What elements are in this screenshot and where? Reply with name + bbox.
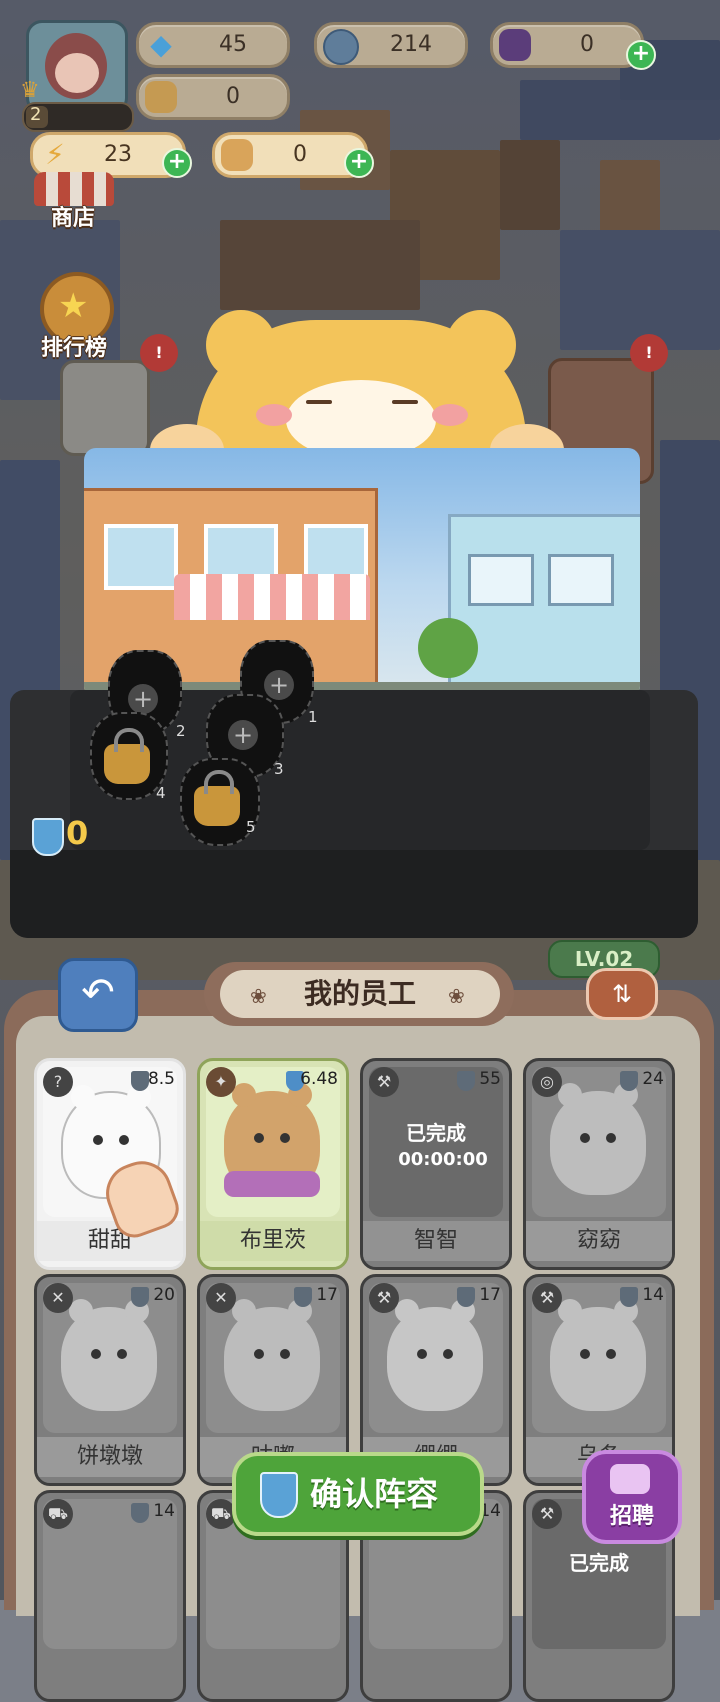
shield-icon	[131, 1503, 149, 1523]
shield-icon	[294, 1287, 312, 1307]
confirm-lineup-label[interactable]: 确认阵容	[310, 1456, 438, 1532]
power-shield-icon	[32, 818, 64, 856]
ticket-icon	[499, 29, 531, 61]
add-voucher-button[interactable]: +	[344, 148, 374, 178]
confirm-lineup-button[interactable]: 确认阵容	[232, 1452, 484, 1536]
recruit-label[interactable]: 招聘	[586, 1498, 678, 1530]
timer-value: 00:00:00	[398, 1149, 488, 1170]
alert-icon: !	[140, 334, 178, 372]
staff-score: 6.48	[300, 1069, 338, 1089]
slot-number: 5	[246, 818, 256, 836]
alert-icon: !	[630, 334, 668, 372]
completed-status: 已完成	[406, 1121, 466, 1145]
ticket-counter: 0	[490, 22, 644, 68]
shield-icon	[260, 1472, 298, 1518]
add-energy-button[interactable]: +	[162, 148, 192, 178]
coin-value: 214	[390, 32, 432, 57]
event-portrait-left[interactable]	[60, 360, 150, 456]
player-avatar[interactable]	[26, 20, 128, 114]
staff-score: 17	[316, 1285, 338, 1305]
staff-score: 17	[479, 1285, 501, 1305]
dumbbell-icon: ⚒	[369, 1067, 399, 1097]
slot-number: 2	[176, 722, 186, 740]
staff-score: 14	[153, 1501, 175, 1521]
add-slot-2-button[interactable]: +	[128, 684, 158, 714]
dumbbell-icon: ⚒	[532, 1283, 562, 1313]
slot-number: 4	[156, 784, 166, 802]
slot-number: 1	[308, 708, 318, 726]
diamond-counter: ◆ 45	[136, 22, 290, 68]
staff-score: 55	[479, 1069, 501, 1089]
crown-icon: ♛	[20, 78, 40, 103]
staff-card[interactable]: ✕ 20 饼墩墩	[34, 1274, 186, 1486]
dumbbell-icon: ⚒	[532, 1499, 562, 1529]
leaderboard-button-label[interactable]: 排行榜	[20, 330, 128, 362]
back-button[interactable]: ↶	[58, 958, 138, 1032]
staff-score: 14	[642, 1285, 664, 1305]
shield-icon	[457, 1071, 475, 1091]
staff-card[interactable]: ◎ 24 窈窈	[523, 1058, 675, 1270]
energy-value: 23	[104, 142, 132, 167]
voucher-value: 0	[293, 142, 307, 167]
box-value: 0	[226, 84, 240, 109]
utensils-icon: ✕	[43, 1283, 73, 1313]
recruit-button[interactable]: 招聘	[582, 1450, 682, 1544]
staff-card[interactable]: ✦ 6.48 布里茨	[197, 1058, 349, 1270]
lightning-icon: ⚡	[45, 138, 65, 171]
coin-icon	[323, 29, 359, 65]
staff-score: 24	[642, 1069, 664, 1089]
dumbbell-icon: ⚒	[369, 1283, 399, 1313]
staff-name: 饼墩墩	[37, 1437, 183, 1477]
completed-status: 已完成	[569, 1551, 629, 1575]
shield-icon	[131, 1287, 149, 1307]
power-value: 0	[66, 814, 89, 852]
staff-score: 20	[153, 1285, 175, 1305]
box-counter: 0	[136, 74, 290, 120]
lock-icon	[194, 770, 240, 826]
shield-icon	[131, 1071, 149, 1091]
shield-icon	[620, 1287, 638, 1307]
staff-score: 8.5	[147, 1069, 175, 1089]
disc-icon: ◎	[532, 1067, 562, 1097]
add-ticket-button[interactable]: +	[626, 40, 656, 70]
voucher-icon	[221, 139, 253, 171]
box-icon	[145, 81, 177, 113]
staff-card[interactable]: ⚒ 55 已完成 00:00:00 智智	[360, 1058, 512, 1270]
ticket-value: 0	[580, 32, 594, 57]
shield-icon	[457, 1287, 475, 1307]
staff-name: 窈窈	[526, 1221, 672, 1261]
diamond-value: 45	[219, 32, 247, 57]
party-icon: ✦	[206, 1067, 236, 1097]
coin-counter: 214	[314, 22, 468, 68]
utensils-icon: ✕	[206, 1283, 236, 1313]
add-slot-1-button[interactable]: +	[264, 670, 294, 700]
staff-name: 布里茨	[200, 1221, 346, 1261]
shield-icon	[620, 1071, 638, 1091]
shop-button-label[interactable]: 商店	[30, 200, 116, 232]
add-slot-3-button[interactable]: +	[228, 720, 258, 750]
staff-name: 智智	[363, 1221, 509, 1261]
player-level: 2	[30, 104, 42, 125]
staff-card[interactable]: ⛟ 14	[34, 1490, 186, 1702]
sort-button[interactable]: ⇅	[586, 968, 658, 1020]
scarf-decoration	[224, 1171, 320, 1197]
diamond-icon: ◆	[150, 28, 172, 61]
paw-icon: ❀	[448, 984, 465, 1008]
paw-icon: ❀	[250, 984, 267, 1008]
unknown-icon: ?	[43, 1067, 73, 1097]
cart-icon: ⛟	[43, 1499, 73, 1529]
staff-card[interactable]: ? 8.5 甜甜	[34, 1058, 186, 1270]
slot-number: 3	[274, 760, 284, 778]
lock-icon	[104, 728, 150, 784]
voucher-counter: 0	[212, 132, 368, 178]
recruit-icon	[610, 1464, 650, 1494]
